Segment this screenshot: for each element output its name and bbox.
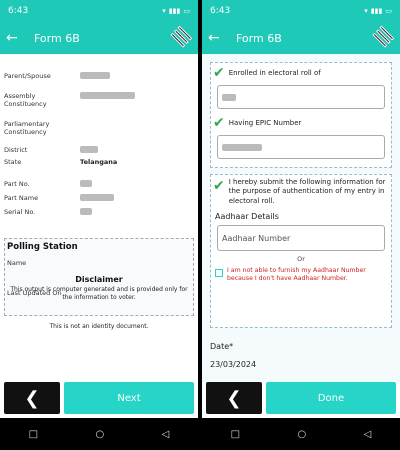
polling-name-label: Name [7,259,27,267]
recents-icon[interactable]: □ [29,429,38,440]
page-title: Form 6B [34,31,80,45]
done-button[interactable]: Done [266,382,396,414]
aadhaar-title: Aadhaar Details [215,212,279,222]
home-icon[interactable]: ○ [95,429,104,440]
check-icon: ✔ [213,178,225,194]
field-assembly: Assembly Constituency [0,92,198,108]
field-parent-spouse: Parent/Spouse [0,72,198,80]
field-label: Parliamentary Constituency [4,120,50,136]
app-bar: ← Form 6B [0,22,198,54]
field-parliamentary: Parliamentary Constituency [0,120,198,136]
chevron-left-icon: ❮ [226,387,242,409]
status-time: 6:43 [210,6,231,16]
submit-text: I hereby submit the following informatio… [228,178,386,205]
redacted-value [80,146,98,153]
eci-logo-icon [370,24,395,49]
enrolled-row: ✔ Enrolled in electoral roll of [211,63,391,83]
polling-station-title: Polling Station [7,242,78,252]
battery-icon: ▭ [385,7,392,15]
status-bar: 6:43 ▾ ▮▮▮ ▭ [0,0,198,22]
enrolment-section: ✔ Enrolled in electoral roll of ✔ Having… [210,62,392,168]
status-icons: ▾ ▮▮▮ ▭ [364,7,392,15]
no-aadhaar-option[interactable]: I am not able to furnish my Aadhaar Numb… [211,267,391,283]
button-bar: ❮ Next [0,382,198,414]
epic-number-field[interactable] [217,135,385,159]
or-label: Or [297,255,305,264]
recents-icon[interactable]: □ [231,429,240,440]
form-body: ✔ Enrolled in electoral roll of ✔ Having… [202,54,400,382]
signal-icon: ▮▮▮ [370,7,383,15]
page-title: Form 6B [236,31,282,45]
aadhaar-placeholder: Aadhaar Number [222,233,291,243]
wifi-icon: ▾ [364,7,368,15]
system-nav-bar: □ ○ ◁ [0,418,198,450]
back-arrow-icon[interactable]: ← [208,30,228,46]
button-bar: ❮ Done [202,382,400,414]
wifi-icon: ▾ [162,7,166,15]
redacted-value [222,143,262,151]
check-icon: ✔ [213,65,225,81]
redacted-value [80,180,92,187]
eci-logo-icon [168,24,193,49]
no-aadhaar-checkbox[interactable] [215,269,223,278]
field-part-name: Part Name [0,194,198,202]
field-label: Part Name [4,194,39,202]
disclaimer-note: This is not an identity document. [49,323,149,330]
voter-details: Parent/Spouse Assembly Constituency Parl… [0,54,198,382]
back-arrow-icon[interactable]: ← [6,30,26,46]
status-icons: ▾ ▮▮▮ ▭ [162,7,190,15]
field-label: Serial No. [4,208,36,216]
aadhaar-input[interactable]: Aadhaar Number [217,225,385,252]
disclaimer-title: Disclaimer [75,275,123,284]
aadhaar-section: ✔ I hereby submit the following informat… [210,174,392,328]
epic-row: ✔ Having EPIC Number [211,111,391,133]
left-screen: 6:43 ▾ ▮▮▮ ▭ ← Form 6B Parent/Spouse Ass… [0,0,198,450]
date-label: Date* [210,342,234,351]
epic-label: Having EPIC Number [228,119,302,127]
field-label: Assembly Constituency [4,92,47,108]
field-label: Part No. [4,180,30,188]
system-nav-bar: □ ○ ◁ [202,418,400,450]
back-nav-icon[interactable]: ◁ [364,429,372,440]
chevron-left-icon: ❮ [24,387,40,409]
disclaimer-text: This output is computer generated and is… [10,286,188,302]
redacted-value [80,208,92,215]
field-label: Parent/Spouse [4,72,51,80]
field-value: Telangana [80,158,118,166]
check-icon: ✔ [213,115,225,131]
submit-row: ✔ I hereby submit the following informat… [211,175,391,209]
redacted-value [80,194,114,201]
field-district: District [0,146,198,154]
field-label: District [4,146,28,154]
electoral-roll-field[interactable] [217,85,385,109]
field-label: State [4,158,22,166]
back-nav-icon[interactable]: ◁ [162,429,170,440]
signal-icon: ▮▮▮ [168,7,181,15]
no-aadhaar-text: I am not able to furnish my Aadhaar Numb… [227,267,366,283]
app-bar: ← Form 6B [202,22,400,54]
date-value[interactable]: 23/03/2024 [210,360,256,369]
status-bar: 6:43 ▾ ▮▮▮ ▭ [202,0,400,22]
field-part-no: Part No. [0,180,198,188]
home-icon[interactable]: ○ [297,429,306,440]
field-serial-no: Serial No. [0,208,198,216]
redacted-value [222,93,236,101]
back-button[interactable]: ❮ [4,382,60,414]
status-time: 6:43 [8,6,29,16]
next-button[interactable]: Next [64,382,194,414]
field-state: State Telangana [0,158,198,166]
back-button[interactable]: ❮ [206,382,262,414]
battery-icon: ▭ [183,7,190,15]
right-screen: 6:43 ▾ ▮▮▮ ▭ ← Form 6B ✔ Enrolled in ele… [202,0,400,450]
redacted-value [80,72,110,79]
redacted-value [80,92,135,99]
enrolled-label: Enrolled in electoral roll of [228,69,321,77]
